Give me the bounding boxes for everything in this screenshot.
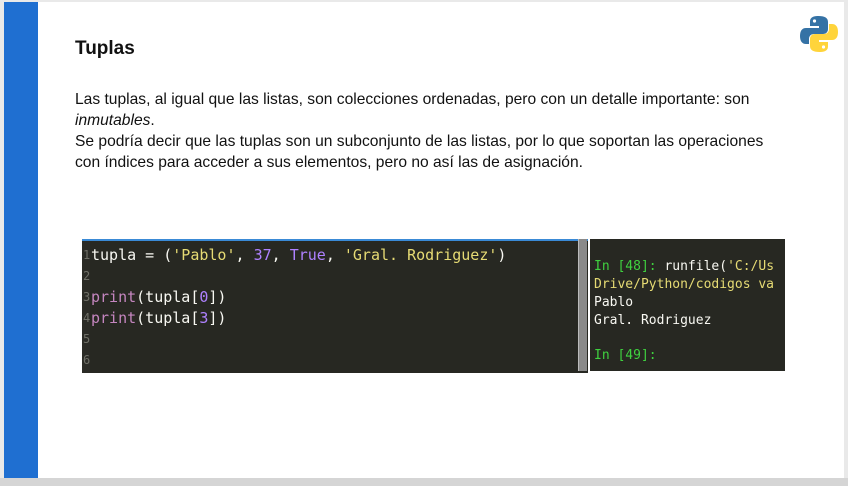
line-number: 5 [83,332,91,346]
code-token: ) [497,246,507,264]
line-number: 1 [83,248,91,262]
code-token: , [325,246,344,264]
code-token: (tupla[ [136,309,200,327]
line-number: 2 [83,269,91,283]
console-output-2: Gral. Rodriguez [594,313,712,328]
console-prompt: In [48]: [594,259,665,274]
console-line-1: In [48]: runfile('C:/Us [594,258,774,276]
ipython-console-screenshot: In [48]: runfile('C:/Us Drive/Python/cod… [590,239,785,371]
code-token: True [289,246,326,264]
code-line-4: print(tupla[3]) [91,308,226,329]
python-logo-icon [800,16,838,52]
code-line-1: tupla = ('Pablo', 37, True, 'Gral. Rodri… [91,245,506,266]
console-output-1: Pablo [594,295,634,310]
code-editor-screenshot: 1 2 3 4 5 6 tupla = ('Pablo', 37, True, … [82,239,588,373]
emphasis-inmutables: inmutables [75,112,151,129]
editor-scrollbar [578,239,587,371]
line-number: 4 [83,311,91,325]
paragraph-1-end: . [150,112,155,129]
console-command: runfile( [664,259,728,274]
code-line-3: print(tupla[0]) [91,287,226,308]
code-token: (tupla[ [136,288,200,306]
code-token: tupla = ( [91,246,173,264]
paragraph-1: Las tuplas, al igual que las listas, son… [75,89,775,131]
slide-body: Las tuplas, al igual que las listas, son… [75,89,775,173]
code-token: , [235,246,254,264]
line-number: 6 [83,353,91,367]
code-token: 'Pablo' [172,246,236,264]
slide-title: Tuplas [75,38,135,59]
code-token: ]) [208,288,227,306]
code-token: ]) [208,309,227,327]
console-prompt-2: In [49]: [594,348,657,363]
code-token: , [271,246,290,264]
slide-accent-bar [4,2,38,478]
paragraph-1-text: Las tuplas, al igual que las listas, son… [75,91,750,108]
paragraph-2: Se podría decir que las tuplas son un su… [75,133,764,171]
code-token: 'Gral. Rodriguez' [343,246,498,264]
console-command-arg: 'C:/Us [727,259,775,274]
code-token: print [91,309,137,327]
console-line-2: Drive/Python/codigos va [594,277,775,292]
code-token: print [91,288,137,306]
code-token: 37 [253,246,272,264]
bottom-strip [0,478,848,486]
line-number: 3 [83,290,91,304]
